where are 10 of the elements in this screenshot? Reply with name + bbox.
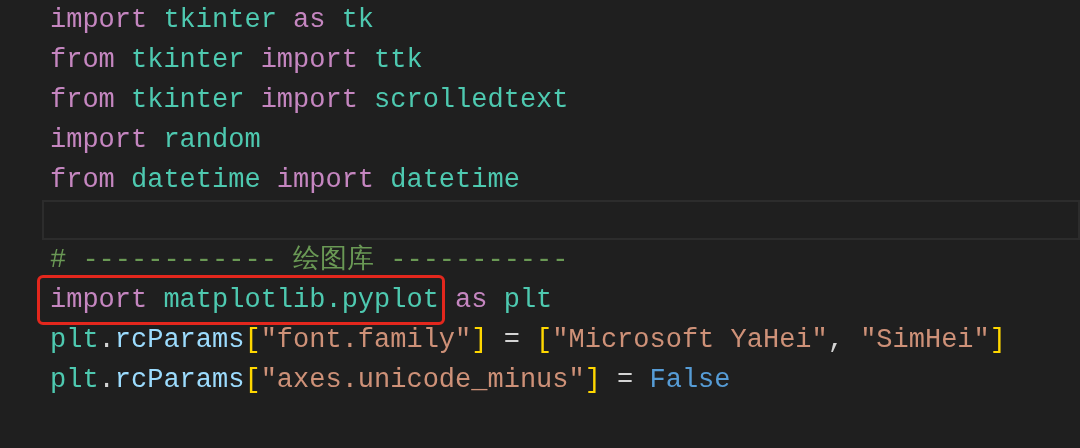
code-text: as plt [454,284,553,317]
code-text: from tkinter import scrolledtext [50,84,569,117]
code-text: import random [50,124,261,157]
code-text: plt.rcParams["font.family"] = ["Microsoft YaHei", "SimHei"] [50,324,1006,357]
code-text: # ------------ 绘图库 ----------- [50,243,569,277]
code-text: plt.rcParams["axes.unicode_minus"] = False [50,364,731,397]
highlighted-code: import matplotlib.pyplot [37,275,445,325]
code-text: import tkinter as tk [50,4,375,37]
code-text: from datetime import datetime [50,164,520,197]
code-text: from tkinter import ttk [50,44,423,77]
